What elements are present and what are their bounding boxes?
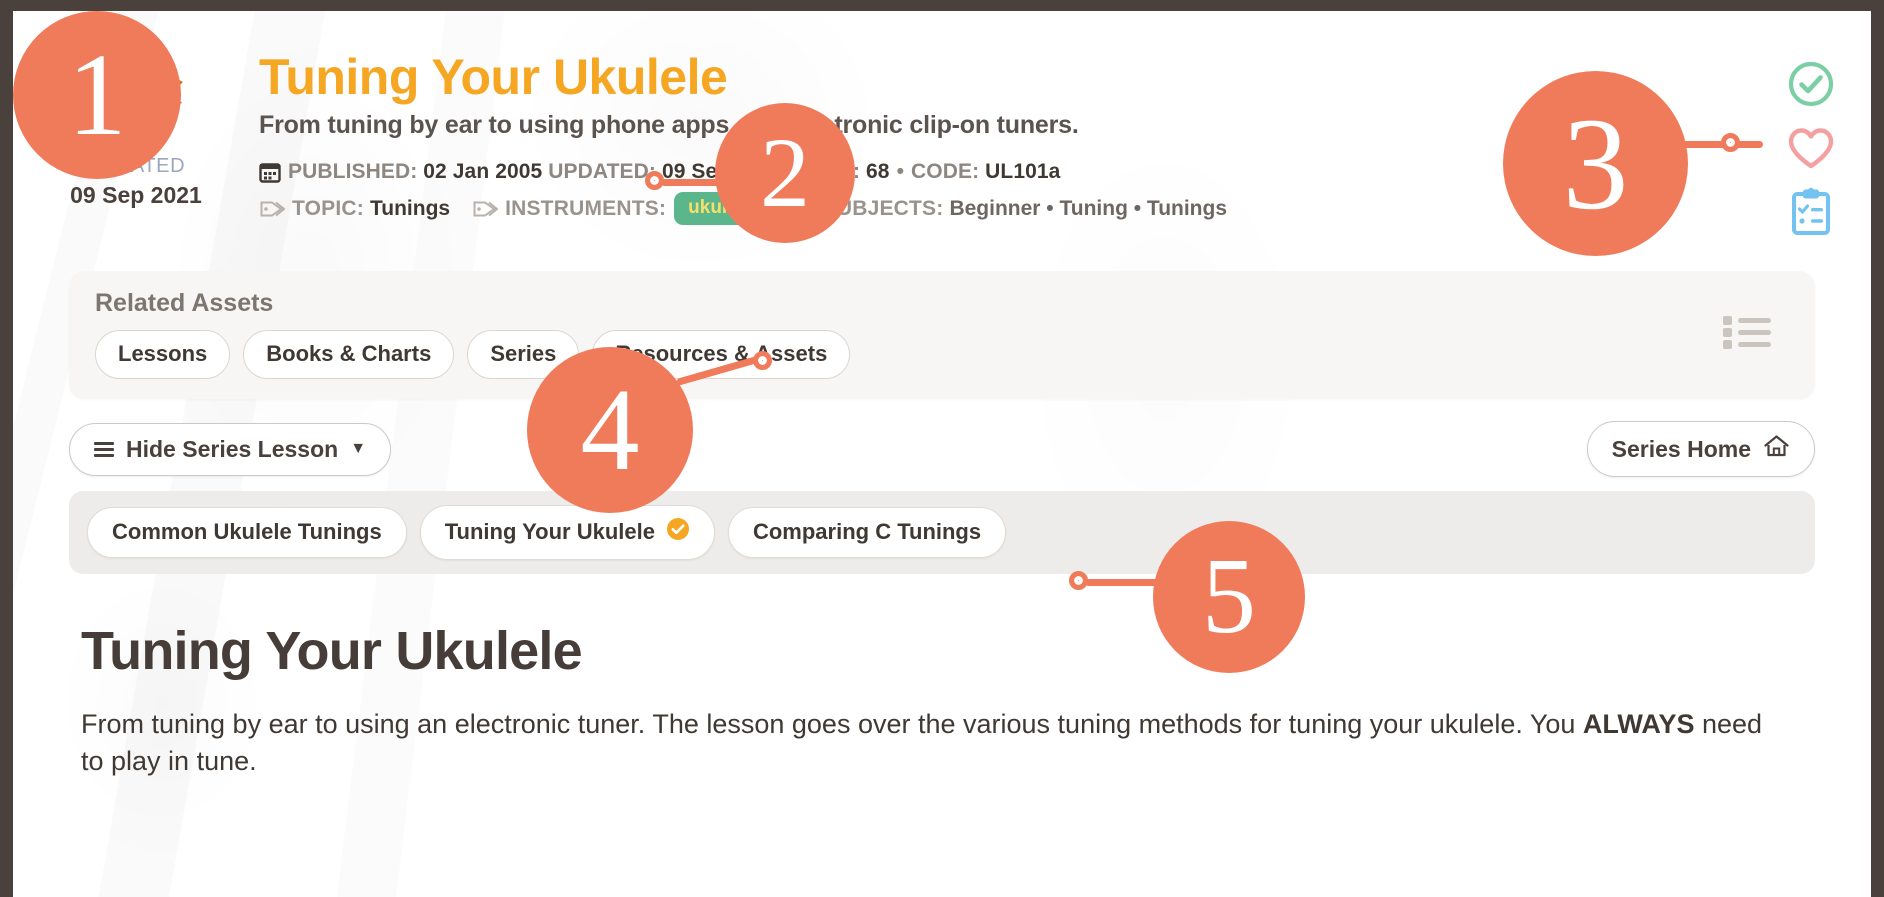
series-lesson-strip: Common Ukulele Tunings Tuning Your Ukule… [69, 491, 1815, 574]
article-paragraph: From tuning by ear to using an electroni… [81, 706, 1771, 781]
article-text-before: From tuning by ear to using an electroni… [81, 709, 1583, 739]
page-title: Tuning Your Ukulele [259, 49, 728, 105]
favorite-heart-icon[interactable] [1786, 125, 1836, 171]
series-lesson-1-label: Common Ukulele Tunings [112, 519, 382, 544]
house-icon [1763, 434, 1790, 464]
subjects-value: Beginner • Tuning • Tunings [949, 196, 1228, 220]
chevron-down-icon: ▼ [350, 440, 367, 457]
hits-label: HITS: [804, 160, 861, 183]
series-lesson-3[interactable]: Comparing C Tunings [727, 507, 1007, 558]
series-home-label: Series Home [1611, 435, 1751, 462]
updated-meta-label: UPDATED: [548, 160, 656, 183]
series-home-button[interactable]: Series Home [1586, 421, 1815, 477]
hamburger-icon [94, 441, 114, 457]
topic-value: Tunings [369, 196, 451, 220]
lesson-metadata-line: PUBLISHED: 02 Jan 2005 UPDATED: 09 Sep 2… [259, 160, 1731, 184]
tag-group-topic[interactable]: TOPIC: Tunings [259, 197, 450, 221]
hits-value: 68 [866, 160, 890, 183]
lesson-header: UPDATED 09 Sep 2021 Tuning Your Ukulele … [13, 11, 1871, 237]
rosette-wrap [13, 41, 259, 153]
related-assets-title: Related Assets [95, 289, 274, 317]
instruments-label: INSTRUMENTS: [505, 196, 667, 220]
lesson-updated-badge: UPDATED 09 Sep 2021 [13, 25, 259, 209]
page-subtitle: From tuning by ear to using phone apps a… [259, 111, 1079, 139]
tag-group-subjects[interactable]: SUBJECTS: Beginner • Tuning • Tunings [790, 197, 1227, 221]
article-text-strong: ALWAYS [1582, 709, 1695, 739]
clipboard-checklist-icon[interactable] [1787, 187, 1835, 237]
starburst-badge-icon [89, 43, 183, 137]
series-lesson-1[interactable]: Common Ukulele Tunings [87, 507, 407, 558]
published-value: 02 Jan 2005 [423, 160, 543, 183]
lesson-header-main: Tuning Your Ukulele From tuning by ear t… [259, 25, 1751, 225]
published-label: PUBLISHED: [288, 160, 418, 183]
article-heading: Tuning Your Ukulele [81, 621, 583, 681]
series-lesson-2-current[interactable]: Tuning Your Ukulele [419, 505, 715, 560]
article-body: Tuning Your Ukulele From tuning by ear t… [81, 620, 1815, 781]
tag-group-instruments[interactable]: INSTRUMENTS: ukulele [472, 192, 768, 225]
series-lesson-3-label: Comparing C Tunings [752, 519, 982, 544]
updated-label: UPDATED [86, 155, 186, 177]
tag-icon [259, 199, 285, 219]
page-content: UPDATED 09 Sep 2021 Tuning Your Ukulele … [13, 11, 1871, 781]
topic-label: TOPIC: [292, 196, 364, 220]
tab-lessons[interactable]: Lessons [95, 330, 231, 379]
related-assets-left: Related Assets Lessons Books & Charts Se… [95, 289, 1721, 379]
meta-bullet-2: • [896, 160, 905, 183]
code-label: CODE: [911, 160, 980, 183]
tab-books-charts[interactable]: Books & Charts [243, 330, 455, 379]
complete-check-icon[interactable] [1786, 59, 1836, 109]
series-navigation: Hide Series Lesson ▼ Series Home Common … [69, 421, 1815, 574]
tag-icon [790, 199, 816, 219]
updated-date: 09 Sep 2021 [70, 182, 202, 208]
related-assets-panel: Related Assets Lessons Books & Charts Se… [69, 271, 1815, 399]
meta-bullet-1: • [790, 160, 798, 183]
lesson-page-frame: UPDATED 09 Sep 2021 Tuning Your Ukulele … [0, 0, 1884, 897]
subjects-label: SUBJECTS: [822, 196, 944, 220]
instrument-badge-ukulele[interactable]: ukulele [674, 192, 768, 225]
related-assets-tabs: Lessons Books & Charts Series Resources … [95, 330, 1721, 379]
list-view-icon[interactable] [1721, 310, 1789, 359]
lesson-tags-line: TOPIC: Tunings INSTRUMENTS: ukulele SUBJ… [259, 192, 1731, 225]
tag-icon [472, 199, 499, 219]
current-lesson-check-icon [666, 517, 690, 547]
updated-meta-value: 09 Sep 2021 [661, 160, 784, 183]
tab-resources-assets[interactable]: Resources & Assets [592, 330, 851, 379]
series-lesson-2-label: Tuning Your Ukulele [444, 519, 655, 544]
tab-series[interactable]: Series [467, 330, 580, 379]
series-top-row: Hide Series Lesson ▼ Series Home [69, 421, 1815, 477]
code-value: UL101a [985, 160, 1061, 183]
calendar-icon [259, 161, 281, 183]
lesson-action-icons [1751, 25, 1871, 237]
hide-series-lesson-button[interactable]: Hide Series Lesson ▼ [69, 422, 392, 476]
hide-series-lesson-label: Hide Series Lesson [126, 435, 339, 462]
